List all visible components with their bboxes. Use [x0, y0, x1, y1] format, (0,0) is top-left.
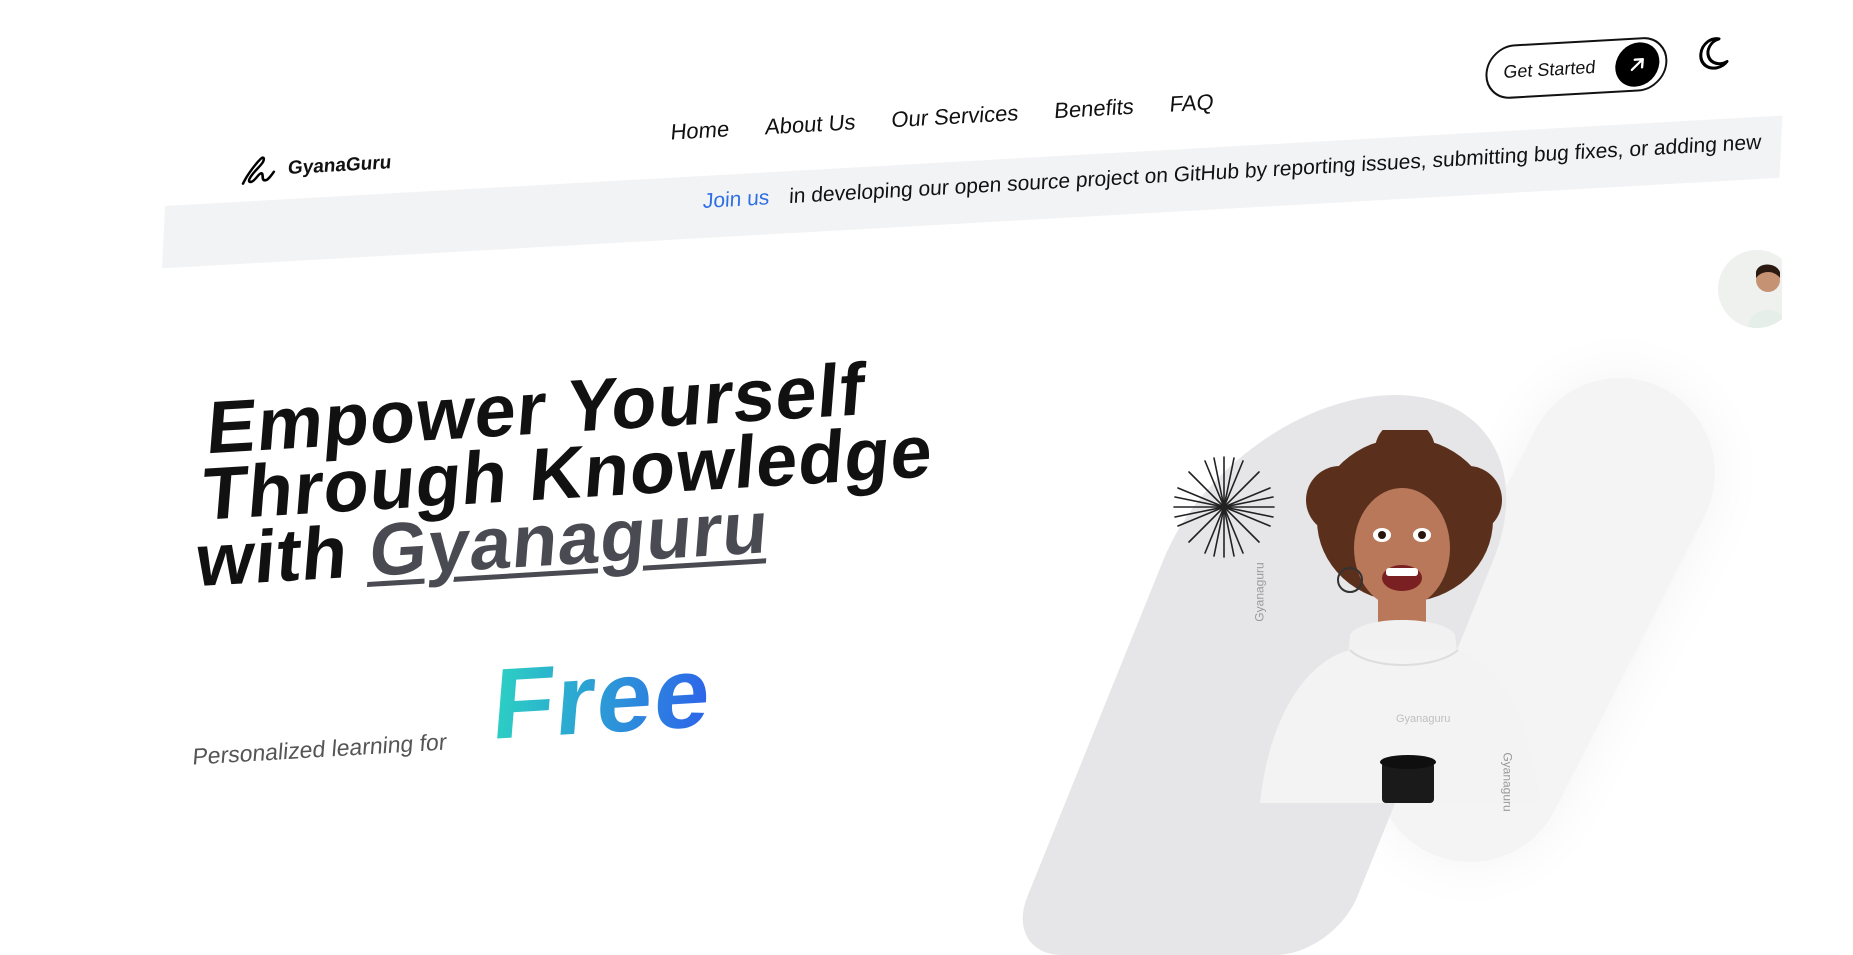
get-started-button[interactable]: Get Started — [1483, 35, 1670, 101]
brand-logo[interactable]: GyanaGuru — [237, 147, 393, 188]
nav-our-services[interactable]: Our Services — [890, 100, 1019, 133]
join-us-link[interactable]: Join us — [702, 186, 770, 213]
shirt-text: Gyanaguru — [1396, 713, 1450, 725]
hero-lead-text: Personalized learning for — [191, 728, 448, 770]
pill-side-text: Gyanaguru — [1252, 562, 1267, 622]
arrow-up-right-icon — [1613, 41, 1662, 88]
hero-title-prefix: with — [193, 508, 374, 603]
hero-highlight-free: Free — [489, 634, 717, 763]
main-nav: Home About Us Our Services Benefits FAQ — [670, 89, 1215, 146]
hero-title: Empower Yourself Through Knowledge with … — [193, 347, 941, 602]
page: GyanaGuru Home About Us Our Services Ben… — [0, 0, 1853, 955]
brand-name: GyanaGuru — [287, 152, 393, 180]
get-started-label: Get Started — [1502, 56, 1597, 82]
nav-benefits[interactable]: Benefits — [1053, 94, 1134, 125]
hero-heading-block: Empower Yourself Through Knowledge with … — [193, 347, 941, 602]
moon-icon[interactable] — [1694, 34, 1733, 72]
hero-subheading: Personalized learning for Free — [191, 634, 717, 780]
nav-about-us[interactable]: About Us — [764, 109, 856, 140]
avatar — [1718, 250, 1782, 328]
nav-faq[interactable]: FAQ — [1169, 89, 1215, 118]
nav-home[interactable]: Home — [670, 116, 731, 145]
gyanaguru-logo-icon — [241, 156, 276, 185]
